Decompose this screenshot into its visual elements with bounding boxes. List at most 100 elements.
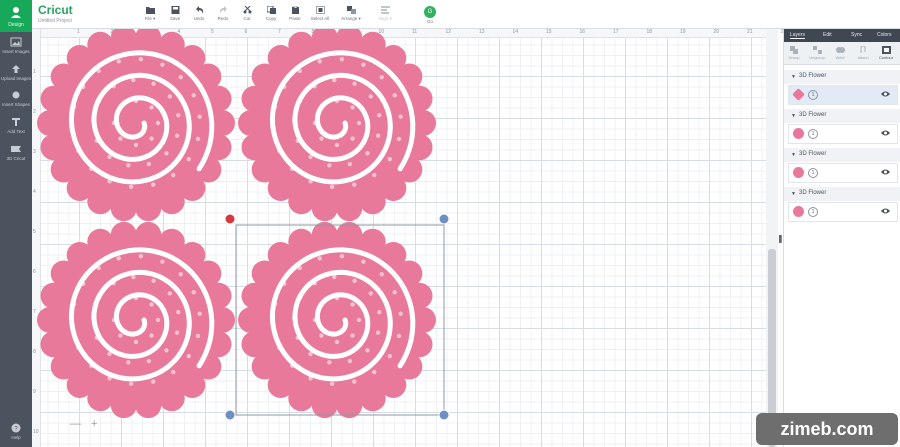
layer-thumbnail <box>793 167 804 178</box>
upload-icon <box>12 65 20 73</box>
eye-icon[interactable] <box>881 207 890 215</box>
user-icon <box>11 7 21 18</box>
tab-layers[interactable]: Layers <box>790 32 806 39</box>
layer-count-badge: 1 <box>808 168 818 178</box>
redo-button[interactable]: Redo <box>211 6 235 21</box>
flower-shape-top-left[interactable] <box>37 29 235 222</box>
attach-icon <box>860 46 865 53</box>
contour-icon <box>881 46 891 54</box>
undo-button[interactable]: Undo <box>187 6 211 21</box>
nav-3d-cricut[interactable]: 3D Cricut <box>0 144 32 161</box>
layer-group: ▼ 3D Flower 1 <box>784 148 900 186</box>
nav-insert-images[interactable]: Insert Images <box>0 37 32 54</box>
lock-handle-icon[interactable] <box>224 409 236 421</box>
zoom-controls: —+ <box>70 418 107 430</box>
align-menu-button[interactable]: Align ▾ <box>373 6 397 22</box>
weld-button[interactable]: Weld <box>830 46 850 60</box>
ungroup-icon <box>812 46 822 54</box>
rotate-handle-icon[interactable] <box>438 213 450 225</box>
3d-icon <box>11 146 21 152</box>
nav-help[interactable]: ? Help <box>0 423 32 440</box>
layer-count-badge: 1 <box>808 90 818 100</box>
collapse-icon: ▼ <box>791 152 796 158</box>
design-label: Design <box>8 22 24 28</box>
paste-icon <box>291 6 299 14</box>
copy-button[interactable]: Copy <box>259 6 283 21</box>
images-icon <box>10 37 22 47</box>
layer-tools: Group Ungroup Weld Attach Contour <box>784 42 900 65</box>
tab-edit[interactable]: Edit <box>823 32 832 38</box>
go-button[interactable]: G Go <box>416 6 444 24</box>
layer-row[interactable]: 1 <box>788 124 898 144</box>
layers-panel: ❚ Layers Edit Sync Colors Group Ungroup … <box>777 29 900 447</box>
layer-count-badge: 1 <box>808 129 818 139</box>
nav-upload-images[interactable]: Upload Images <box>0 64 32 81</box>
collapse-icon: ▼ <box>791 113 796 119</box>
zoom-out-button[interactable]: — <box>70 418 91 430</box>
eye-icon[interactable] <box>881 129 890 137</box>
paste-button[interactable]: Paste <box>283 6 307 21</box>
group-icon <box>789 46 798 54</box>
layer-count-badge: 1 <box>808 207 818 217</box>
flower-shape-top-right[interactable] <box>238 29 436 222</box>
flower-shape-bottom-left[interactable] <box>37 221 235 419</box>
help-icon: ? <box>11 423 21 433</box>
group-button[interactable]: Group <box>784 46 804 60</box>
attach-button[interactable]: Attach <box>853 46 873 60</box>
design-home-button[interactable]: Design <box>0 0 32 32</box>
layer-group-header[interactable]: ▼ 3D Flower <box>784 148 900 162</box>
arrange-menu-button[interactable]: Arrange ▾ <box>339 6 363 22</box>
layer-group: ▼ 3D Flower 1 <box>784 70 900 108</box>
eye-icon[interactable] <box>881 90 890 98</box>
layer-group: ▼ 3D Flower 1 <box>784 187 900 225</box>
text-icon <box>12 118 20 126</box>
contour-button[interactable]: Contour <box>876 46 896 60</box>
copy-icon <box>266 6 276 14</box>
redo-icon <box>219 6 227 14</box>
file-icon <box>145 7 155 14</box>
ungroup-button[interactable]: Ungroup <box>807 46 827 60</box>
layer-row[interactable]: 1 <box>788 85 898 105</box>
cut-icon <box>243 6 251 14</box>
layer-group-header[interactable]: ▼ 3D Flower <box>784 187 900 201</box>
top-toolbar: Cricut Untitled Project File ▾ Save Undo… <box>32 0 900 29</box>
undo-icon <box>195 6 203 14</box>
shapes-icon <box>12 91 20 99</box>
flower-shape-bottom-right[interactable] <box>238 221 436 419</box>
collapse-icon: ▼ <box>791 191 796 197</box>
tab-colors[interactable]: Colors <box>877 32 891 38</box>
save-icon <box>171 6 179 14</box>
left-nav: Design Insert Images Upload Images Inser… <box>0 0 32 447</box>
layer-row[interactable]: 1 <box>788 202 898 222</box>
layer-thumbnail <box>793 128 804 139</box>
select-all-icon <box>315 6 325 14</box>
collapse-icon: ▼ <box>791 74 796 80</box>
arrange-icon <box>346 6 356 14</box>
panel-splitter[interactable]: ❚ <box>777 234 784 243</box>
eye-icon[interactable] <box>881 168 890 176</box>
layer-group-header[interactable]: ▼ 3D Flower <box>784 70 900 84</box>
layer-group-header[interactable]: ▼ 3D Flower <box>784 109 900 123</box>
select-all-button[interactable]: Select All <box>308 6 332 21</box>
nav-add-text[interactable]: Add Text <box>0 117 32 134</box>
zoom-in-button[interactable]: + <box>91 418 107 430</box>
save-button[interactable]: Save <box>163 6 187 21</box>
weld-icon <box>835 47 845 53</box>
go-circle-icon: G <box>424 6 436 18</box>
layer-thumbnail <box>793 206 804 217</box>
align-icon <box>380 6 390 14</box>
nav-insert-shapes[interactable]: Insert Shapes <box>0 90 32 107</box>
watermark: zimeb.com <box>756 413 898 445</box>
project-name[interactable]: Untitled Project <box>38 18 72 24</box>
file-menu-button[interactable]: File ▾ <box>138 6 162 22</box>
cricut-logo: Cricut <box>38 3 73 17</box>
layer-thumbnail <box>792 88 805 101</box>
layer-row[interactable]: 1 <box>788 163 898 183</box>
canvas-artwork <box>37 29 450 421</box>
panel-tabs: Layers Edit Sync Colors <box>784 29 900 42</box>
resize-handle-icon[interactable] <box>438 409 450 421</box>
layer-group: ▼ 3D Flower 1 <box>784 109 900 147</box>
delete-handle-icon[interactable] <box>224 213 236 225</box>
cut-button[interactable]: Cut <box>235 6 259 21</box>
tab-sync[interactable]: Sync <box>851 32 862 38</box>
